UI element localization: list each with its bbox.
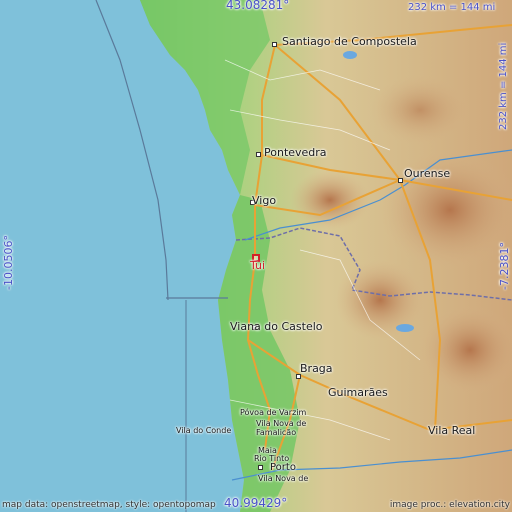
topographic-map[interactable]: Santiago de Compostela Pontevedra Ourens… (0, 0, 512, 512)
reservoir (343, 51, 357, 59)
attribution-image-proc: image proc.: elevation.city (389, 500, 510, 510)
city-dot (258, 465, 263, 470)
place-label-ourense[interactable]: Ourense (404, 167, 450, 180)
place-label-povoa[interactable]: Póvoa de Varzim (240, 408, 306, 417)
place-label-pontevedra[interactable]: Pontevedra (264, 146, 327, 159)
scale-right: 232 km = 144 mi (498, 42, 509, 130)
attribution-map-data: map data: openstreetmap, style: opentopo… (2, 500, 216, 510)
place-label-guimaraes[interactable]: Guimarães (328, 386, 388, 399)
place-label-famalicao[interactable]: Vila Nova de Famalicão (256, 419, 312, 437)
city-dot (256, 152, 261, 157)
bottom-latitude: 40.99429° (224, 496, 288, 510)
place-label-braga[interactable]: Braga (300, 362, 333, 375)
top-latitude: 43.08281° (226, 0, 290, 12)
reservoir (396, 324, 414, 332)
place-label-porto[interactable]: Porto (270, 462, 296, 473)
mountain-area (370, 75, 470, 145)
place-label-santiago[interactable]: Santiago de Compostela (282, 35, 417, 48)
left-longitude: -10.0506° (2, 235, 15, 290)
place-label-vila-nova[interactable]: Vila Nova de (258, 474, 308, 483)
city-dot (272, 42, 277, 47)
place-label-vila-do-conde[interactable]: Vila do Conde (176, 426, 231, 435)
mountain-area (290, 170, 370, 230)
scale-top: 232 km = 144 mi (408, 2, 496, 13)
city-dot (398, 178, 403, 183)
place-label-vila-real[interactable]: Vila Real (428, 424, 475, 437)
place-label-vigo[interactable]: Vigo (252, 194, 276, 207)
place-label-tui[interactable]: Tui (250, 259, 265, 272)
place-label-viana[interactable]: Viana do Castelo (230, 320, 323, 333)
right-longitude: -7.2381° (498, 242, 511, 290)
